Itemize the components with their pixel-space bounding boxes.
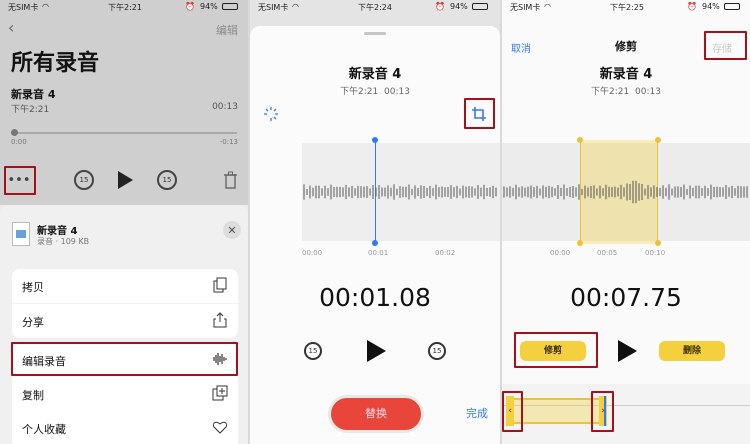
skip-back-label: 15 bbox=[79, 176, 89, 184]
skip-back-15-icon[interactable]: 15 bbox=[74, 170, 94, 190]
close-icon[interactable]: ✕ bbox=[223, 221, 241, 239]
tick-label: 00:01 bbox=[368, 249, 389, 257]
clock-label: 下午2:25 bbox=[610, 3, 644, 12]
battery-label: 94% bbox=[702, 2, 720, 11]
battery-icon bbox=[222, 3, 238, 10]
highlight-box bbox=[704, 31, 747, 60]
action-copy[interactable]: 拷贝 bbox=[12, 269, 238, 303]
recording-time: 下午2:21 bbox=[11, 105, 50, 115]
highlight-box bbox=[591, 391, 614, 432]
alarm-icon: ⏰ bbox=[185, 2, 195, 11]
copy-icon bbox=[213, 277, 227, 293]
trim-start-handle-top[interactable] bbox=[577, 137, 583, 143]
tick-label: 00:10 bbox=[645, 249, 666, 257]
action-label: 分享 bbox=[22, 316, 44, 329]
back-chevron-icon[interactable]: ‹ bbox=[8, 18, 14, 37]
clock-label: 下午2:21 bbox=[108, 3, 142, 12]
carrier-label: 无SIM卡 bbox=[258, 3, 289, 12]
action-label: 拷贝 bbox=[22, 281, 44, 294]
carrier-label: 无SIM卡 bbox=[8, 3, 39, 12]
progress-track[interactable] bbox=[11, 132, 237, 134]
playhead[interactable] bbox=[375, 140, 376, 244]
skip-forward-label: 15 bbox=[162, 176, 172, 184]
play-icon[interactable] bbox=[365, 339, 387, 363]
recording-duration: 00:13 bbox=[212, 102, 238, 112]
recording-meta: 下午2:21 00:13 bbox=[502, 84, 750, 97]
progress-knob[interactable] bbox=[11, 129, 18, 136]
position-start: 0:00 bbox=[11, 138, 27, 146]
recording-time: 下午2:21 bbox=[591, 87, 630, 97]
edit-recording-panel: 无SIM卡 ◠ 下午2:24 ⏰ 94% 新录音 4 下午2:21 00:13 … bbox=[250, 0, 500, 444]
playhead-bottom-knob[interactable] bbox=[372, 240, 378, 246]
trim-end-handle-top[interactable] bbox=[655, 137, 661, 143]
sheet-grabber[interactable] bbox=[364, 32, 386, 35]
replace-button[interactable]: 替换 bbox=[328, 395, 424, 433]
highlight-box bbox=[4, 166, 36, 195]
action-label: 个人收藏 bbox=[22, 423, 66, 436]
heart-icon bbox=[212, 421, 228, 434]
recording-duration: 00:13 bbox=[635, 87, 661, 97]
file-meta: 录音 · 109 KB bbox=[37, 237, 90, 246]
clock-label: 下午2:24 bbox=[358, 3, 392, 12]
action-share[interactable]: 分享 bbox=[12, 304, 238, 338]
highlight-box bbox=[11, 342, 238, 376]
enhance-icon[interactable] bbox=[263, 106, 279, 122]
share-icon bbox=[213, 312, 227, 328]
highlight-box bbox=[502, 391, 523, 432]
highlight-box bbox=[514, 332, 598, 368]
skip-forward-15-icon[interactable]: 15 bbox=[428, 342, 446, 360]
wifi-icon: ◠ bbox=[42, 2, 49, 11]
position-remaining: -0:13 bbox=[219, 138, 238, 146]
recording-name: 新录音 4 bbox=[348, 67, 402, 82]
elapsed-timer: 00:01.08 bbox=[319, 283, 431, 312]
status-bar: 无SIM卡 ◠ 下午2:25 ⏰ 94% bbox=[502, 2, 750, 14]
tick-label: 00:00 bbox=[302, 249, 323, 257]
battery-icon bbox=[724, 3, 740, 10]
page-title: 所有录音 bbox=[11, 51, 100, 76]
play-icon[interactable] bbox=[116, 170, 134, 190]
battery-label: 94% bbox=[200, 2, 218, 11]
elapsed-timer: 00:07.75 bbox=[570, 283, 682, 312]
trim-start-handle-bottom[interactable] bbox=[577, 240, 583, 246]
status-bar: 无SIM卡 ◠ 下午2:21 ⏰ 94% bbox=[0, 2, 248, 14]
recording-duration: 00:13 bbox=[384, 87, 410, 97]
waveform bbox=[303, 184, 497, 200]
audio-file-icon bbox=[12, 222, 30, 246]
file-name: 新录音 4 bbox=[37, 226, 78, 237]
playhead-top-knob[interactable] bbox=[372, 137, 378, 143]
trim-panel: 无SIM卡 ◠ 下午2:25 ⏰ 94% 取消 修剪 存储 新录音 4 下午2:… bbox=[502, 0, 750, 444]
duplicate-icon bbox=[212, 385, 228, 401]
delete-button[interactable]: 删除 bbox=[659, 341, 725, 361]
battery-label: 94% bbox=[450, 2, 468, 11]
waveform bbox=[503, 180, 748, 204]
recordings-list-panel: 无SIM卡 ◠ 下午2:21 ⏰ 94% ‹ 编辑 所有录音 新录音 4 下午2… bbox=[0, 0, 248, 444]
recording-name: 新录音 4 bbox=[599, 67, 653, 82]
battery-icon bbox=[472, 3, 488, 10]
wifi-icon: ◠ bbox=[544, 2, 551, 11]
play-icon[interactable] bbox=[616, 339, 638, 363]
alarm-icon: ⏰ bbox=[687, 2, 697, 11]
skip-forward-15-icon[interactable]: 15 bbox=[157, 170, 177, 190]
wifi-icon: ◠ bbox=[292, 2, 299, 11]
edit-button[interactable]: 编辑 bbox=[216, 22, 238, 38]
trash-icon[interactable] bbox=[223, 171, 238, 189]
action-label: 复制 bbox=[22, 389, 44, 402]
tick-label: 00:02 bbox=[435, 249, 456, 257]
action-duplicate[interactable]: 复制 bbox=[12, 377, 238, 411]
status-bar: 无SIM卡 ◠ 下午2:24 ⏰ 94% bbox=[250, 2, 500, 14]
trim-end-handle-bottom[interactable] bbox=[655, 240, 661, 246]
recording-name[interactable]: 新录音 4 bbox=[11, 86, 55, 102]
skip-forward-label: 15 bbox=[432, 347, 442, 355]
recording-meta: 下午2:21 00:13 bbox=[250, 84, 500, 97]
alarm-icon: ⏰ bbox=[435, 2, 445, 11]
highlight-box bbox=[464, 98, 495, 129]
recording-time: 下午2:21 bbox=[340, 87, 379, 97]
skip-back-15-icon[interactable]: 15 bbox=[304, 342, 322, 360]
action-favorite[interactable]: 个人收藏 bbox=[12, 411, 238, 444]
done-button[interactable]: 完成 bbox=[466, 405, 488, 421]
skip-back-label: 15 bbox=[308, 347, 318, 355]
tick-label: 00:00 bbox=[550, 249, 571, 257]
carrier-label: 无SIM卡 bbox=[510, 3, 541, 12]
tick-label: 00:05 bbox=[597, 249, 618, 257]
